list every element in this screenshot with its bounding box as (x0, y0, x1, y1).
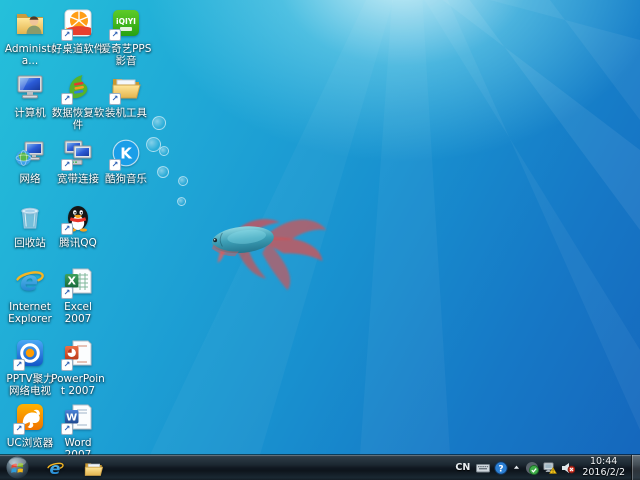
system-tray: CN 10:44 2016/2/2 (451, 455, 640, 480)
desktop-icon-label: 爱奇艺PPS影音 (98, 43, 154, 67)
betta-fish (197, 197, 345, 299)
tray-network-warning-icon[interactable] (541, 455, 559, 480)
desktop-icon-excel[interactable]: ↗ Excel 2007 (50, 264, 106, 325)
start-button[interactable] (6, 456, 29, 479)
desktop-icon-tools-folder[interactable]: ↗ 装机工具 (98, 70, 154, 119)
desktop-icon-image: ↗ (109, 7, 143, 41)
shortcut-arrow-icon: ↗ (109, 29, 121, 41)
desktop-icon-label: Excel 2007 (50, 301, 106, 325)
taskbar: CN 10:44 2016/2/2 (0, 455, 640, 480)
desktop-icon-kugou[interactable]: ↗ 酷狗音乐 (98, 136, 154, 185)
desktop-icon-image: ↗ (61, 265, 95, 299)
tray-input-help-icon[interactable] (492, 455, 510, 480)
desktop-icon-image: ↗ (109, 137, 143, 171)
desktop-icon-image: ↗ (13, 201, 47, 235)
language-indicator[interactable]: CN (451, 462, 474, 473)
taskbar-internet-explorer-icon[interactable] (40, 456, 70, 479)
clock-date: 2016/2/2 (582, 468, 625, 479)
taskbar-clock[interactable]: 10:44 2016/2/2 (577, 457, 631, 478)
desktop-icon-image: ↗ (61, 401, 95, 435)
bubble (159, 146, 169, 156)
shortcut-arrow-icon: ↗ (109, 159, 121, 171)
shortcut-arrow-icon: ↗ (61, 159, 73, 171)
desktop-icon-image: ↗ (13, 137, 47, 171)
desktop-icon-qq[interactable]: ↗ 腾讯QQ (50, 200, 106, 249)
taskbar-file-explorer-icon[interactable] (78, 456, 108, 479)
bubble (157, 166, 169, 178)
desktop-icon-label: 装机工具 (98, 107, 154, 119)
tray-volume-muted-icon[interactable] (559, 455, 577, 480)
desktop-icon-iqiyi[interactable]: ↗ 爱奇艺PPS影音 (98, 6, 154, 67)
show-desktop-button[interactable] (631, 455, 640, 480)
desktop-icon-label: 腾讯QQ (50, 237, 106, 249)
shortcut-arrow-icon: ↗ (61, 29, 73, 41)
desktop-icon-image: ↗ (61, 71, 95, 105)
shortcut-arrow-icon: ↗ (61, 223, 73, 235)
desktop-icon-image: ↗ (61, 7, 95, 41)
tray-icons (474, 455, 577, 480)
shortcut-arrow-icon: ↗ (61, 287, 73, 299)
shortcut-arrow-icon: ↗ (61, 359, 73, 371)
bubble (178, 176, 188, 186)
tray-input-keyboard-icon[interactable] (474, 455, 492, 480)
desktop-icon-image: ↗ (61, 201, 95, 235)
desktop-icon-image: ↗ (13, 337, 47, 371)
desktop-icon-image: ↗ (109, 71, 143, 105)
desktop-icon-powerpoint[interactable]: ↗ PowerPoint 2007 (50, 336, 106, 397)
desktop-icon-image: ↗ (13, 265, 47, 299)
desktop-icon-image: ↗ (61, 337, 95, 371)
shortcut-arrow-icon: ↗ (13, 359, 25, 371)
desktop-icon-image: ↗ (13, 71, 47, 105)
desktop-icon-image: ↗ (13, 401, 47, 435)
tray-show-hidden-icons[interactable] (510, 455, 523, 480)
bubble (152, 116, 166, 130)
shortcut-arrow-icon: ↗ (61, 423, 73, 435)
shortcut-arrow-icon: ↗ (61, 93, 73, 105)
desktop-icon-image: ↗ (61, 137, 95, 171)
shortcut-arrow-icon: ↗ (13, 423, 25, 435)
desktop-icon-label: 酷狗音乐 (98, 173, 154, 185)
desktop-icon-label: PowerPoint 2007 (50, 373, 106, 397)
bubble (177, 197, 186, 206)
windows-desktop: ↗ Administra... ↗ 好桌道软件 ↗ 爱奇艺PPS影音 ↗ 计算机… (0, 0, 640, 480)
shortcut-arrow-icon: ↗ (109, 93, 121, 105)
clock-time: 10:44 (582, 457, 625, 468)
desktop-icon-word[interactable]: ↗ Word 2007 (50, 400, 106, 461)
desktop-icon-image: ↗ (13, 7, 47, 41)
windows-orb-icon (6, 456, 29, 479)
tray-safety-check-icon[interactable] (523, 455, 541, 480)
